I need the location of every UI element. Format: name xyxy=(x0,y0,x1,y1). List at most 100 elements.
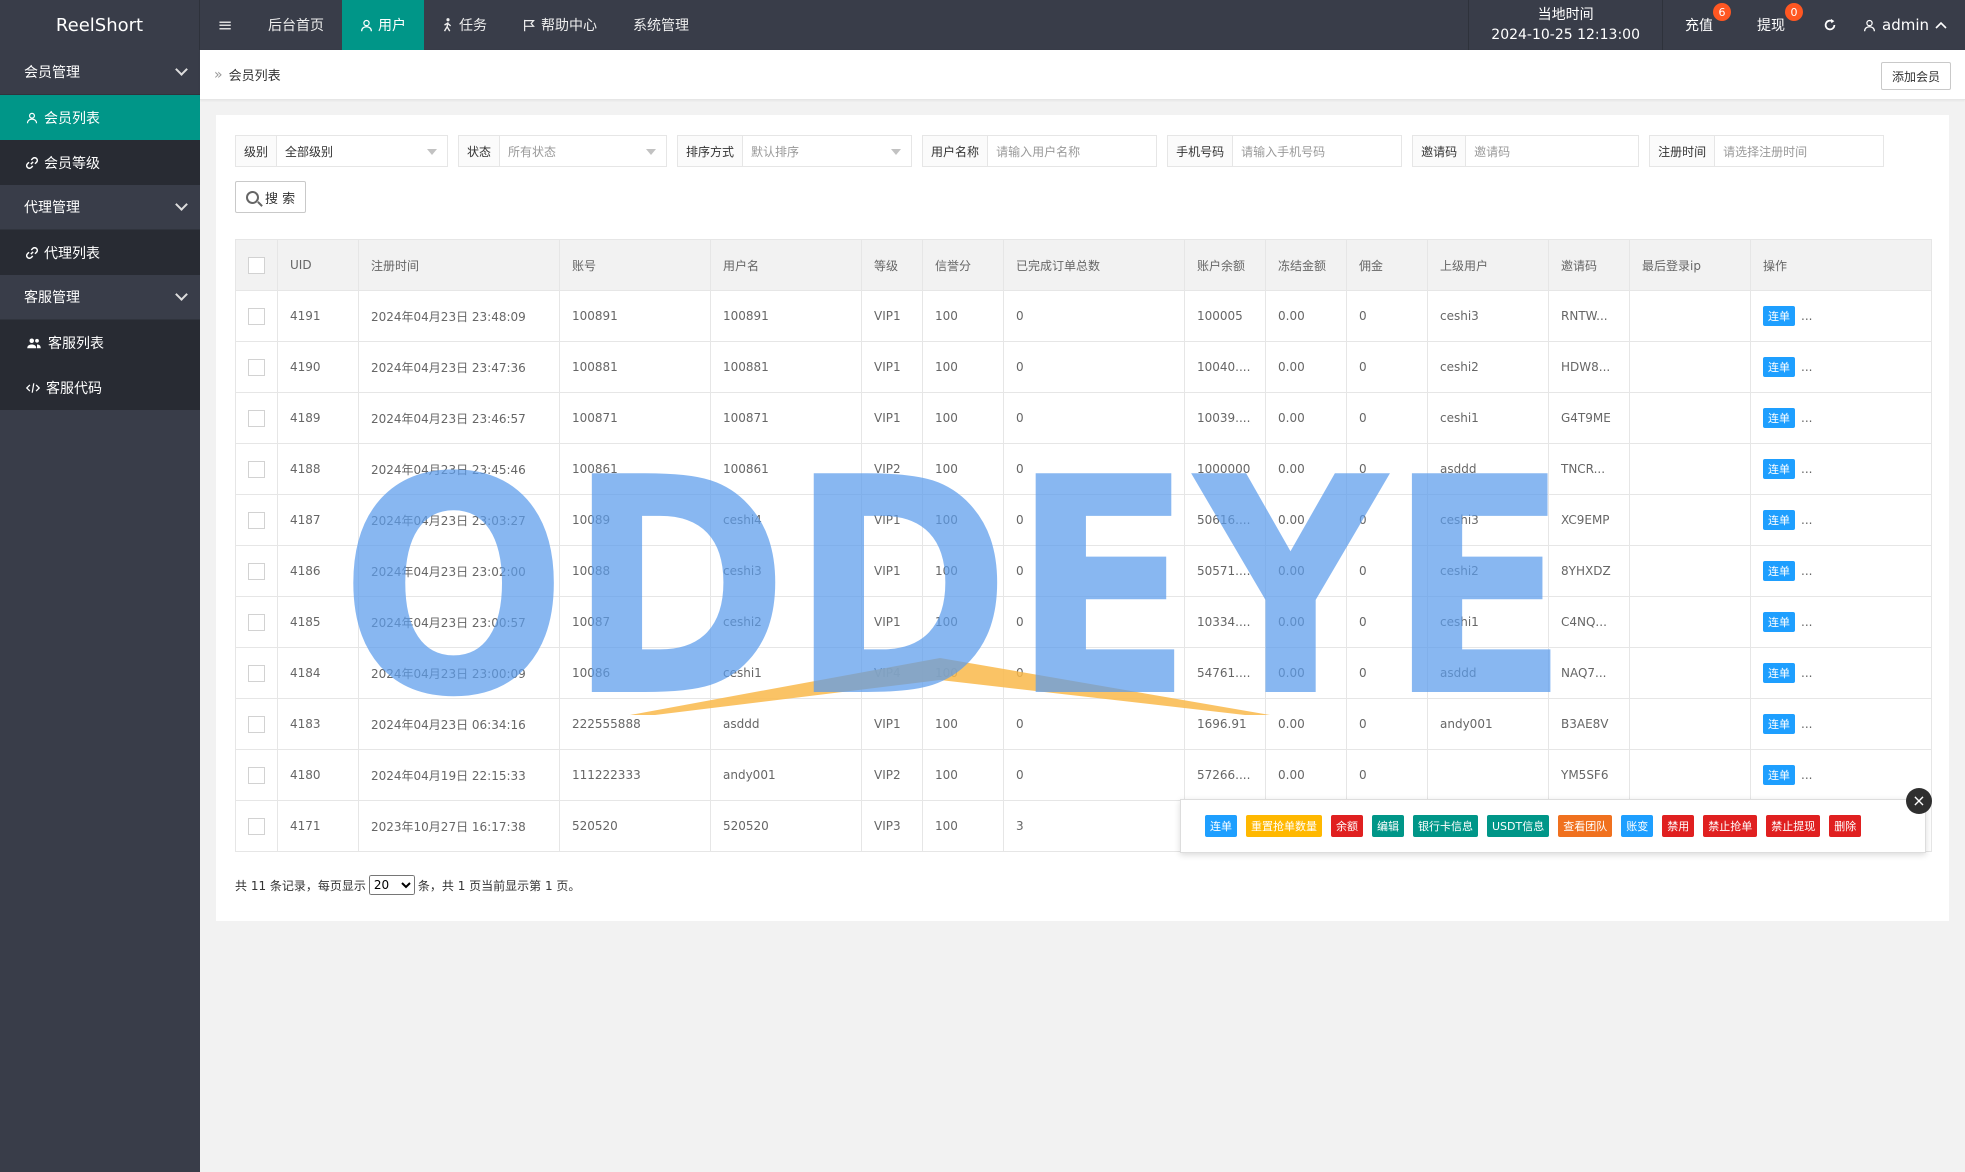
recharge-button[interactable]: 充值 6 xyxy=(1663,0,1735,50)
popup-action-button[interactable]: 查看团队 xyxy=(1558,815,1613,837)
page-size-select[interactable]: 20 xyxy=(368,875,415,895)
more-actions-button[interactable]: ... xyxy=(1801,513,1812,527)
time-label: 当地时间 xyxy=(1537,7,1594,23)
sidebar-group-members[interactable]: 会员管理 xyxy=(0,50,200,95)
regtime-input[interactable]: 请选择注册时间 xyxy=(1715,136,1883,166)
more-actions-button[interactable]: ... xyxy=(1801,666,1812,680)
regtime-input-placeholder: 请选择注册时间 xyxy=(1723,144,1808,159)
row-checkbox[interactable] xyxy=(248,511,265,529)
sort-select[interactable]: 默认排序 xyxy=(743,136,911,166)
sidebar-item-label: 客服列表 xyxy=(48,335,104,352)
popup-action-button[interactable]: 禁用 xyxy=(1662,815,1695,837)
more-actions-button[interactable]: ... xyxy=(1801,717,1812,731)
popup-action-button[interactable]: 银行卡信息 xyxy=(1413,815,1478,837)
pagination: 共 11 条记录，每页显示 20 条，共 1 页当前显示第 1 页。 xyxy=(235,875,580,895)
link-order-button[interactable]: 连单 xyxy=(1763,663,1795,683)
link-order-button[interactable]: 连单 xyxy=(1763,357,1795,377)
nav-home[interactable]: 后台首页 xyxy=(250,0,342,50)
sidebar-item-support-code[interactable]: 客服代码 xyxy=(0,365,200,410)
popup-action-button[interactable]: 禁止提现 xyxy=(1766,815,1821,837)
select-all-checkbox[interactable] xyxy=(248,256,265,274)
popup-action-button[interactable]: 账变 xyxy=(1621,815,1654,837)
row-checkbox[interactable] xyxy=(248,307,265,325)
popup-action-button[interactable]: 删除 xyxy=(1829,815,1862,837)
link-icon xyxy=(26,246,38,259)
row-checkbox[interactable] xyxy=(248,409,265,427)
sidebar-item-support-list[interactable]: 客服列表 xyxy=(0,320,200,365)
withdraw-button[interactable]: 提现 0 xyxy=(1735,0,1807,50)
link-order-button[interactable]: 连单 xyxy=(1763,612,1795,632)
row-checkbox[interactable] xyxy=(248,562,265,580)
row-checkbox[interactable] xyxy=(248,358,265,376)
table-cell: VIP1 xyxy=(861,290,923,342)
phone-filter-label: 手机号码 xyxy=(1168,136,1234,166)
row-checkbox[interactable] xyxy=(248,613,265,631)
link-order-button[interactable]: 连单 xyxy=(1763,510,1795,530)
link-order-button[interactable]: 连单 xyxy=(1763,714,1795,734)
table-row: 4188 2024年04月23日 23:45:46 100861 100861 VIP2… xyxy=(235,443,1932,495)
nav-system[interactable]: 系统管理 xyxy=(615,0,707,50)
nav-help[interactable]: 帮助中心 xyxy=(505,0,615,50)
more-actions-button[interactable]: ... xyxy=(1801,615,1812,629)
link-order-button[interactable]: 连单 xyxy=(1763,408,1795,428)
table-cell: 0.00 xyxy=(1265,341,1347,393)
phone-input[interactable]: 请输入手机号码 xyxy=(1233,136,1401,166)
row-checkbox[interactable] xyxy=(248,460,265,478)
table-cell: 111222333 xyxy=(559,749,711,801)
nav-tasks[interactable]: 任务 xyxy=(424,0,505,50)
row-checkbox[interactable] xyxy=(248,664,265,682)
add-member-button[interactable]: 添加会员 xyxy=(1880,62,1951,90)
sidebar-item-member-level[interactable]: 会员等级 xyxy=(0,140,200,185)
link-order-button[interactable]: 连单 xyxy=(1763,459,1795,479)
search-button[interactable]: 搜 索 xyxy=(235,181,307,213)
table-cell: TNCR... xyxy=(1548,443,1630,495)
table-cell xyxy=(1629,749,1751,801)
status-select[interactable]: 所有状态 xyxy=(500,136,666,166)
sidebar-group-agents[interactable]: 代理管理 xyxy=(0,185,200,230)
popup-action-button[interactable]: 重置抢单数量 xyxy=(1246,815,1322,837)
app-logo[interactable]: ReelShort xyxy=(0,0,200,50)
nav-users[interactable]: 用户 xyxy=(342,0,424,50)
username-input[interactable]: 请输入用户名称 xyxy=(988,136,1156,166)
table-cell: 2024年04月23日 06:34:16 xyxy=(358,698,560,750)
table-cell: 4183 xyxy=(277,698,359,750)
link-order-button[interactable]: 连单 xyxy=(1763,306,1795,326)
more-actions-button[interactable]: ... xyxy=(1801,309,1812,323)
table-cell: VIP1 xyxy=(861,341,923,393)
level-select[interactable]: 全部级别 xyxy=(277,136,447,166)
sidebar-group-support[interactable]: 客服管理 xyxy=(0,275,200,320)
phone-input-placeholder: 请输入手机号码 xyxy=(1241,144,1326,159)
sidebar-item-label: 会员等级 xyxy=(44,155,100,172)
row-checkbox[interactable] xyxy=(248,715,265,733)
nav-label: 任务 xyxy=(459,18,487,34)
flag-icon xyxy=(524,19,535,31)
popup-action-button[interactable]: USDT信息 xyxy=(1487,815,1550,837)
sidebar-item-agent-list[interactable]: 代理列表 xyxy=(0,230,200,275)
more-actions-button[interactable]: ... xyxy=(1801,462,1812,476)
username-input-placeholder: 请输入用户名称 xyxy=(996,144,1081,159)
refresh-button[interactable] xyxy=(1807,0,1853,50)
row-checkbox[interactable] xyxy=(248,766,265,784)
user-menu[interactable]: admin xyxy=(1853,0,1965,50)
table-cell: VIP1 xyxy=(861,494,923,546)
row-checkbox[interactable] xyxy=(248,817,265,835)
status-select-placeholder: 所有状态 xyxy=(508,144,557,159)
popup-action-button[interactable]: 余额 xyxy=(1331,815,1363,837)
popup-action-button[interactable]: 连单 xyxy=(1205,815,1237,837)
more-actions-button[interactable]: ... xyxy=(1801,411,1812,425)
popup-action-button[interactable]: 编辑 xyxy=(1372,815,1404,837)
sidebar-item-member-list[interactable]: 会员列表 xyxy=(0,95,200,140)
table-cell: 0 xyxy=(1003,749,1185,801)
top-bar: ReelShort ≡ 后台首页 用户 任务 帮助中心 系统管理 当地时间 20… xyxy=(0,0,1965,50)
table-cell: ceshi2 xyxy=(1427,545,1549,597)
close-icon[interactable]: × xyxy=(1906,788,1932,814)
more-actions-button[interactable]: ... xyxy=(1801,768,1812,782)
popup-action-button[interactable]: 禁止抢单 xyxy=(1703,815,1758,837)
invite-input[interactable]: 邀请码 xyxy=(1466,136,1638,166)
more-actions-button[interactable]: ... xyxy=(1801,360,1812,374)
column-header: 邀请码 xyxy=(1548,239,1630,291)
link-order-button[interactable]: 连单 xyxy=(1763,765,1795,785)
more-actions-button[interactable]: ... xyxy=(1801,564,1812,578)
menu-toggle-icon[interactable]: ≡ xyxy=(200,0,250,50)
link-order-button[interactable]: 连单 xyxy=(1763,561,1795,581)
